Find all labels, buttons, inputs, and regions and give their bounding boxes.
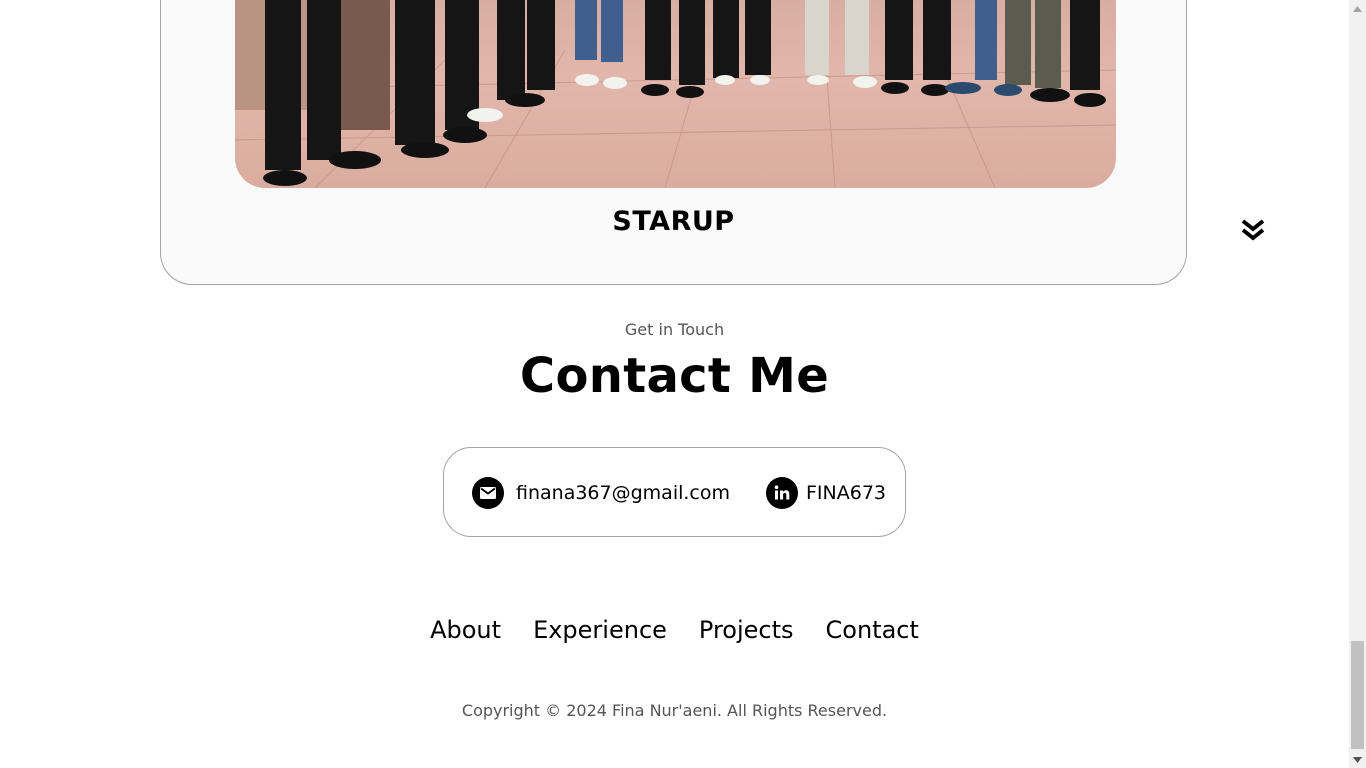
linkedin-text: FINA673 (806, 482, 887, 504)
project-title: STARUP (612, 206, 735, 237)
project-card: STARUP (160, 0, 1187, 285)
group-photo-image (235, 0, 1116, 188)
vertical-scrollbar[interactable] (1349, 0, 1366, 768)
email-link[interactable]: finana367@gmail.com (472, 476, 730, 510)
footer-link-about[interactable]: About (430, 616, 501, 644)
email-text: finana367@gmail.com (516, 482, 730, 504)
footer-link-projects[interactable]: Projects (699, 616, 794, 644)
footer-nav: About Experience Projects Contact (0, 616, 1349, 644)
page: STARUP Get in Touch Contact Me finana367… (0, 0, 1349, 768)
footer-link-experience[interactable]: Experience (533, 616, 667, 644)
footer-link-contact[interactable]: Contact (826, 616, 919, 644)
scrollbar-thumb[interactable] (1351, 641, 1364, 749)
linkedin-link[interactable]: FINA673 (766, 476, 886, 510)
project-photo (235, 0, 1116, 188)
contact-info-box: finana367@gmail.com FINA673 (443, 447, 906, 537)
linkedin-icon (766, 477, 798, 509)
copyright-text: Copyright © 2024 Fina Nur'aeni. All Righ… (461, 701, 888, 720)
contact-eyebrow: Get in Touch (624, 320, 725, 339)
scroll-down-arrow-icon[interactable] (1349, 751, 1366, 768)
mail-icon (472, 477, 504, 509)
double-chevron-down-icon[interactable] (1238, 216, 1268, 246)
scroll-up-arrow-icon[interactable] (1349, 0, 1366, 17)
contact-heading: Contact Me (519, 348, 830, 404)
